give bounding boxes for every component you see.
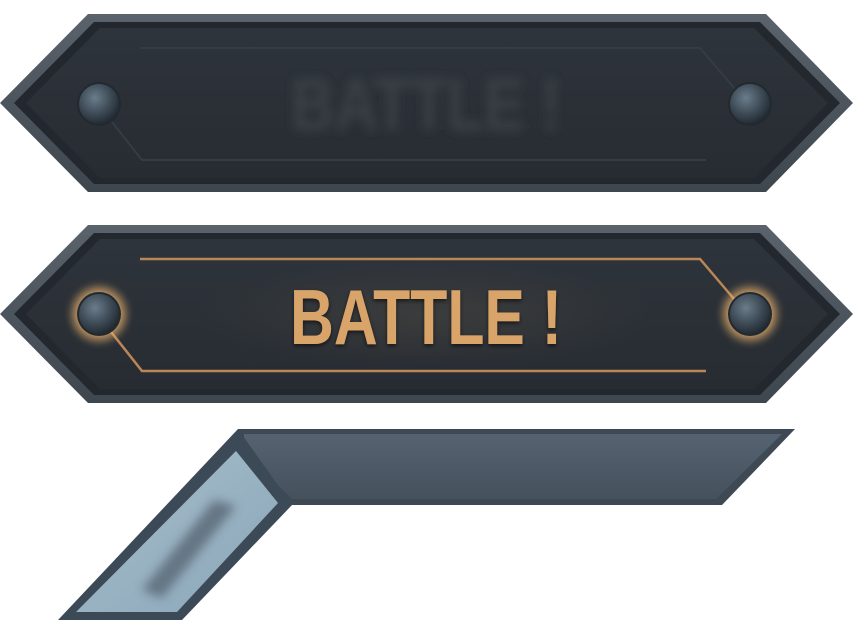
rivet-left-icon-face: [79, 294, 119, 334]
button-label-active: BATTLE !: [290, 273, 562, 361]
ribbon-diagonal: [76, 451, 278, 612]
button-sprite-sheet: BATTLE ! BATTLE !: [0, 14, 853, 620]
rivet-left-icon-face: [79, 84, 119, 124]
rivet-right-icon-face: [730, 294, 770, 334]
rivet-right-icon-face: [730, 84, 770, 124]
ribbon-banner: [58, 429, 795, 620]
button-label-disabled: BATTLE !: [291, 63, 561, 146]
battle-button-disabled[interactable]: BATTLE !: [0, 14, 853, 192]
ribbon-bar: [244, 434, 782, 499]
battle-button-active[interactable]: BATTLE !: [0, 225, 853, 403]
